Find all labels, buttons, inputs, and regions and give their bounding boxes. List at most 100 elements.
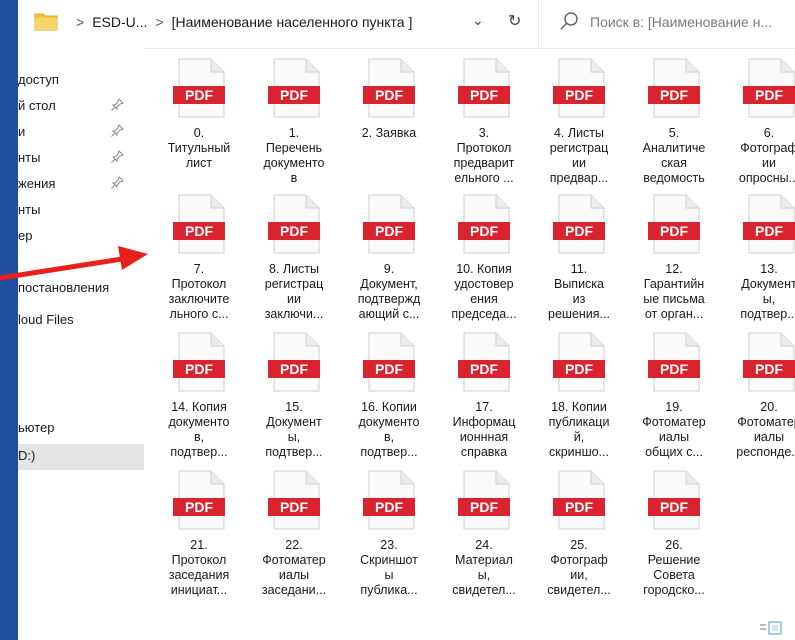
nav-item[interactable]: нты bbox=[18, 198, 144, 224]
file-item[interactable]: PDF 8. Листы регистрац ии заключи... bbox=[251, 194, 337, 334]
file-name: 17. Информац ионнная справка bbox=[452, 400, 516, 459]
pdf-icon-label: PDF bbox=[280, 499, 308, 515]
pdf-file-icon: PDF bbox=[458, 332, 510, 392]
pdf-file-icon: PDF bbox=[363, 58, 415, 118]
file-item[interactable]: PDF 16. Копии документо в, подтвер... bbox=[346, 332, 432, 472]
file-item[interactable]: PDF 6. Фотограф ии опросны... bbox=[726, 58, 795, 198]
file-item[interactable]: PDF 5. Аналитиче ская ведомость bbox=[631, 58, 717, 198]
file-item[interactable]: PDF 23. Скриншот ы публика... bbox=[346, 470, 432, 610]
pdf-icon-label: PDF bbox=[470, 223, 498, 239]
pdf-icon-label: PDF bbox=[565, 223, 593, 239]
search-icon bbox=[560, 12, 578, 30]
pdf-icon-label: PDF bbox=[660, 223, 688, 239]
breadcrumb: > ESD-U... > [Наименование населенного пунк… bbox=[68, 14, 412, 30]
file-item[interactable]: PDF 24. Материал ы, свидетел... bbox=[441, 470, 527, 610]
file-item[interactable]: PDF 2. Заявка bbox=[346, 58, 432, 198]
pdf-icon-label: PDF bbox=[755, 223, 783, 239]
file-item[interactable]: PDF 13. Документ ы, подтвер... bbox=[726, 194, 795, 334]
breadcrumb-item-esd[interactable]: ESD-U... bbox=[92, 14, 147, 30]
nav-item[interactable]: ьютер bbox=[18, 416, 144, 442]
nav-item[interactable]: нты bbox=[18, 146, 144, 172]
nav-item-label: loud Files bbox=[18, 312, 74, 327]
file-item[interactable]: PDF 22. Фотоматер иалы заседани... bbox=[251, 470, 337, 610]
file-name: 15. Документ ы, подтвер... bbox=[265, 400, 323, 459]
file-name: 21. Протокол заседания инициат... bbox=[168, 538, 230, 597]
nav-item-label: доступ bbox=[18, 72, 59, 87]
folder-icon bbox=[34, 13, 58, 31]
file-item[interactable]: PDF 18. Копии публикаци й, скриншо... bbox=[536, 332, 622, 472]
file-item[interactable]: PDF 7. Протокол заключите льного с... bbox=[156, 194, 242, 334]
file-item[interactable]: PDF 4. Листы регистрац ии предвар... bbox=[536, 58, 622, 198]
pdf-file-icon: PDF bbox=[268, 332, 320, 392]
file-item[interactable]: PDF 25. Фотограф ии, свидетел... bbox=[536, 470, 622, 610]
file-name: 7. Протокол заключите льного с... bbox=[168, 262, 230, 321]
pin-icon bbox=[111, 124, 124, 137]
pdf-file-icon: PDF bbox=[553, 332, 605, 392]
pdf-file-icon: PDF bbox=[648, 332, 700, 392]
nav-item-label: нты bbox=[18, 150, 41, 165]
file-item[interactable]: PDF 11. Выписка из решения... bbox=[536, 194, 622, 334]
breadcrumb-item-current[interactable]: [Наименование населенного пункта ] bbox=[172, 14, 413, 30]
file-item[interactable]: PDF 26. Решение Совета городско... bbox=[631, 470, 717, 610]
file-item[interactable]: PDF 0. Титульный лист bbox=[156, 58, 242, 198]
pdf-icon-label: PDF bbox=[755, 87, 783, 103]
file-name: 26. Решение Совета городско... bbox=[643, 538, 705, 597]
refresh-icon[interactable]: ↻ bbox=[508, 11, 521, 31]
pdf-file-icon: PDF bbox=[173, 194, 225, 254]
file-item[interactable]: PDF 1. Перечень документо в bbox=[251, 58, 337, 198]
nav-item-label: и bbox=[18, 124, 26, 139]
nav-item[interactable]: й стол bbox=[18, 94, 144, 120]
file-item[interactable]: PDF 14. Копия документо в, подтвер... bbox=[156, 332, 242, 472]
pdf-file-icon: PDF bbox=[363, 470, 415, 530]
address-bar: > ESD-U... > [Наименование населенного пунк… bbox=[18, 0, 795, 49]
file-name: 16. Копии документо в, подтвер... bbox=[358, 400, 420, 459]
file-name: 9. Документ, подтвержд ающий с... bbox=[357, 262, 421, 321]
pdf-file-icon: PDF bbox=[553, 194, 605, 254]
nav-item-label: D:) bbox=[18, 448, 36, 463]
file-name: 8. Листы регистрац ии заключи... bbox=[264, 262, 324, 321]
file-name: 10. Копия удостовер ения председа... bbox=[451, 262, 517, 321]
file-name: 24. Материал ы, свидетел... bbox=[452, 538, 516, 597]
pdf-icon-label: PDF bbox=[375, 87, 403, 103]
view-toggle-icons[interactable] bbox=[758, 620, 794, 636]
divider bbox=[538, 0, 539, 48]
file-item[interactable]: PDF 19. Фотоматер иалы общих с... bbox=[631, 332, 717, 472]
nav-item[interactable]: и bbox=[18, 120, 144, 146]
file-item[interactable]: PDF 10. Копия удостовер ения председа... bbox=[441, 194, 527, 334]
chevron-down-icon[interactable]: ⌄ bbox=[472, 12, 484, 29]
file-name: 2. Заявка bbox=[361, 126, 417, 140]
chevron-right-icon: > bbox=[76, 14, 85, 30]
pdf-icon-label: PDF bbox=[280, 361, 308, 377]
nav-item[interactable]: ер bbox=[18, 224, 144, 250]
chevron-right-icon: > bbox=[155, 14, 164, 30]
nav-item-label: нты bbox=[18, 202, 41, 217]
search-box[interactable]: Поиск в: [Наименование н... bbox=[546, 0, 795, 48]
file-name: 4. Листы регистрац ии предвар... bbox=[549, 126, 609, 185]
file-item[interactable]: PDF 21. Протокол заседания инициат... bbox=[156, 470, 242, 610]
file-item[interactable]: PDF 20. Фотоматер иалы респонде... bbox=[726, 332, 795, 472]
nav-item[interactable]: постановления bbox=[18, 276, 144, 302]
pdf-file-icon: PDF bbox=[743, 194, 795, 254]
file-item[interactable]: PDF 12. Гарантийн ые письма от орган... bbox=[631, 194, 717, 334]
file-name: 0. Титульный лист bbox=[167, 126, 231, 170]
file-item[interactable]: PDF 15. Документ ы, подтвер... bbox=[251, 332, 337, 472]
pdf-icon-label: PDF bbox=[565, 87, 593, 103]
nav-item[interactable]: loud Files bbox=[18, 308, 144, 334]
navigation-pane: доступ й стол и нты жения нты ер постановления l… bbox=[18, 48, 144, 640]
pdf-file-icon: PDF bbox=[553, 58, 605, 118]
nav-item-label: ер bbox=[18, 228, 33, 243]
pdf-file-icon: PDF bbox=[648, 470, 700, 530]
nav-item[interactable]: D:) bbox=[18, 444, 144, 470]
nav-item[interactable]: жения bbox=[18, 172, 144, 198]
pin-icon bbox=[111, 176, 124, 189]
nav-item-label: постановления bbox=[18, 280, 110, 295]
file-item[interactable]: PDF 3. Протокол предварит ельного ... bbox=[441, 58, 527, 198]
pdf-file-icon: PDF bbox=[458, 470, 510, 530]
pdf-file-icon: PDF bbox=[363, 332, 415, 392]
pdf-file-icon: PDF bbox=[268, 470, 320, 530]
pdf-icon-label: PDF bbox=[375, 361, 403, 377]
nav-item[interactable]: доступ bbox=[18, 68, 144, 94]
file-item[interactable]: PDF 17. Информац ионнная справка bbox=[441, 332, 527, 472]
pdf-icon-label: PDF bbox=[375, 223, 403, 239]
file-item[interactable]: PDF 9. Документ, подтвержд ающий с... bbox=[346, 194, 432, 334]
